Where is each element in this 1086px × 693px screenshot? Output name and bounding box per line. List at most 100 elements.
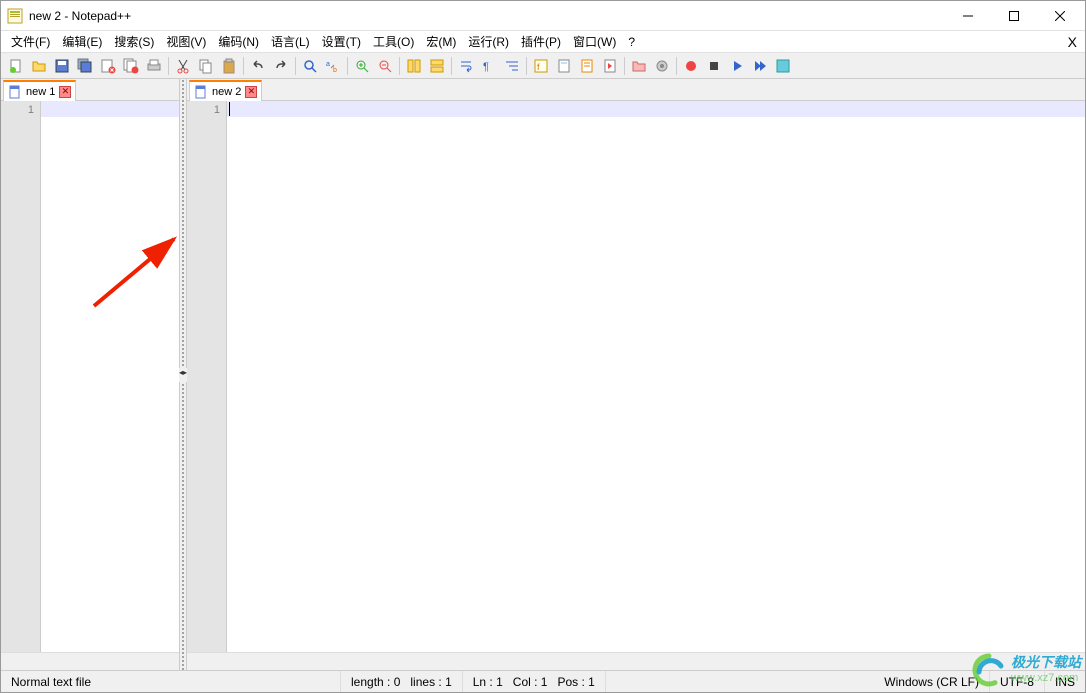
open-file-icon[interactable] (28, 55, 50, 77)
text-area[interactable] (41, 101, 179, 652)
paste-icon[interactable] (218, 55, 240, 77)
file-icon (194, 85, 208, 99)
right-pane: new 2 ✕ 1 (187, 79, 1085, 670)
close-button[interactable] (1037, 1, 1083, 31)
tab-close-icon[interactable]: ✕ (245, 86, 257, 98)
line-number: 1 (28, 104, 34, 116)
status-eol[interactable]: Windows (CR LF) (874, 671, 990, 692)
current-line-highlight (41, 101, 179, 117)
sync-h-icon[interactable] (426, 55, 448, 77)
stop-icon[interactable] (703, 55, 725, 77)
indent-guides-icon[interactable] (501, 55, 523, 77)
status-caret: Ln : 1 Col : 1 Pos : 1 (463, 671, 606, 692)
menu-language[interactable]: 语言(L) (265, 31, 316, 52)
svg-text:a: a (326, 61, 330, 68)
separator-icon (347, 57, 348, 75)
left-editor[interactable]: 1 (1, 101, 179, 652)
record-icon[interactable] (680, 55, 702, 77)
undo-icon[interactable] (247, 55, 269, 77)
all-chars-icon[interactable]: ¶ (478, 55, 500, 77)
separator-icon (399, 57, 400, 75)
h-scrollbar[interactable] (187, 652, 1085, 670)
tab-close-icon[interactable]: ✕ (59, 86, 71, 98)
svg-text:b: b (333, 67, 337, 74)
play-multi-icon[interactable] (749, 55, 771, 77)
menu-settings[interactable]: 设置(T) (316, 31, 367, 52)
separator-icon (624, 57, 625, 75)
tab-new-2[interactable]: new 2 ✕ (189, 80, 262, 101)
separator-icon (295, 57, 296, 75)
content-area: new 1 ✕ 1 ◂▸ new 2 ✕ 1 (1, 79, 1085, 670)
wrap-icon[interactable] (455, 55, 477, 77)
menu-tools[interactable]: 工具(O) (367, 31, 420, 52)
maximize-button[interactable] (991, 1, 1037, 31)
monitor-icon[interactable] (651, 55, 673, 77)
window-title: new 2 - Notepad++ (29, 9, 945, 23)
menu-window[interactable]: 窗口(W) (567, 31, 622, 52)
window-controls (945, 1, 1083, 31)
minimize-button[interactable] (945, 1, 991, 31)
line-gutter: 1 (1, 101, 41, 652)
separator-icon (526, 57, 527, 75)
left-tabs: new 1 ✕ (1, 79, 179, 101)
toolbar: ab ¶ f (1, 53, 1085, 79)
status-encoding[interactable]: UTF-8 (990, 671, 1045, 692)
folder-icon[interactable] (628, 55, 650, 77)
status-length: length : 0 lines : 1 (341, 671, 463, 692)
menu-file[interactable]: 文件(F) (5, 31, 56, 52)
close-file-icon[interactable] (97, 55, 119, 77)
find-icon[interactable] (299, 55, 321, 77)
menu-macro[interactable]: 宏(M) (420, 31, 462, 52)
file-icon (8, 85, 22, 99)
doc-map-icon[interactable] (553, 55, 575, 77)
status-mode[interactable]: INS (1045, 671, 1085, 692)
zoom-out-icon[interactable] (374, 55, 396, 77)
menu-plugins[interactable]: 插件(P) (515, 31, 567, 52)
cut-icon[interactable] (172, 55, 194, 77)
h-scrollbar[interactable] (1, 652, 179, 670)
copy-icon[interactable] (195, 55, 217, 77)
separator-icon (243, 57, 244, 75)
new-file-icon[interactable] (5, 55, 27, 77)
lang-icon[interactable]: f (530, 55, 552, 77)
redo-icon[interactable] (270, 55, 292, 77)
text-area[interactable] (227, 101, 1085, 652)
splitter[interactable]: ◂▸ (179, 79, 187, 670)
save-all-icon[interactable] (74, 55, 96, 77)
menu-view[interactable]: 视图(V) (160, 31, 212, 52)
svg-text:¶: ¶ (483, 61, 489, 73)
zoom-in-icon[interactable] (351, 55, 373, 77)
func-list-icon[interactable] (599, 55, 621, 77)
print-icon[interactable] (143, 55, 165, 77)
menu-search[interactable]: 搜索(S) (108, 31, 160, 52)
replace-icon[interactable]: ab (322, 55, 344, 77)
close-all-icon[interactable] (120, 55, 142, 77)
separator-icon (451, 57, 452, 75)
save-icon[interactable] (51, 55, 73, 77)
titlebar: new 2 - Notepad++ (1, 1, 1085, 31)
statusbar: Normal text file length : 0 lines : 1 Ln… (1, 670, 1085, 692)
menubar: 文件(F) 编辑(E) 搜索(S) 视图(V) 编码(N) 语言(L) 设置(T… (1, 31, 1085, 53)
play-icon[interactable] (726, 55, 748, 77)
status-file-type: Normal text file (1, 671, 341, 692)
app-icon (7, 8, 23, 24)
current-line-highlight (227, 101, 1085, 117)
separator-icon (676, 57, 677, 75)
left-pane: new 1 ✕ 1 (1, 79, 179, 670)
line-number: 1 (214, 104, 220, 116)
right-editor[interactable]: 1 (187, 101, 1085, 652)
line-gutter: 1 (187, 101, 227, 652)
tab-label: new 2 (212, 86, 241, 98)
right-tabs: new 2 ✕ (187, 79, 1085, 101)
text-cursor (229, 102, 230, 116)
menu-edit[interactable]: 编辑(E) (56, 31, 108, 52)
tab-new-1[interactable]: new 1 ✕ (3, 80, 76, 101)
sync-v-icon[interactable] (403, 55, 425, 77)
menu-encoding[interactable]: 编码(N) (212, 31, 265, 52)
menu-run[interactable]: 运行(R) (462, 31, 515, 52)
save-macro-icon[interactable] (772, 55, 794, 77)
menu-help[interactable]: ? (622, 33, 641, 51)
close-doc-x[interactable]: X (1068, 34, 1077, 50)
doc-list-icon[interactable] (576, 55, 598, 77)
separator-icon (168, 57, 169, 75)
